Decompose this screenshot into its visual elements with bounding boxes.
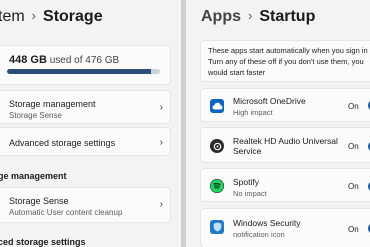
storage-sense-subtitle: Automatic User content cleanup: [9, 208, 123, 217]
storage-management-subtitle: Storage Sense: [9, 111, 62, 120]
storage-management-section-label: ge management: [0, 171, 67, 181]
app-state: On: [348, 182, 359, 191]
breadcrumb-chevron-icon: ›: [31, 8, 37, 23]
app-name: Spotify: [233, 177, 259, 187]
app-name-line2: Service: [233, 146, 262, 156]
intro-line: would start faster: [208, 68, 266, 77]
breadcrumb-system[interactable]: tem: [0, 8, 25, 25]
app-state: On: [348, 225, 359, 234]
spotify-icon: [210, 179, 224, 193]
page-title: Startup: [259, 8, 316, 25]
startup-app-row-windows-security[interactable]: Windows Security notification icon On: [200, 208, 370, 247]
advanced-storage-settings-row[interactable]: Advanced storage settings ›: [0, 127, 171, 156]
breadcrumb-chevron-icon: ›: [248, 8, 253, 23]
app-impact: No impact: [233, 189, 267, 198]
startup-page-title: Apps › Startup: [201, 8, 315, 26]
startup-app-row-realtek[interactable]: Realtek HD Audio Universal Service On: [200, 127, 370, 163]
app-name-line1: Realtek HD Audio Universal: [233, 136, 338, 146]
breadcrumb-apps[interactable]: Apps: [201, 8, 241, 25]
storage-total-label: used of 476 GB: [49, 55, 120, 66]
app-name: Windows Security: [233, 218, 301, 228]
storage-sense-row[interactable]: Storage Sense Automatic User content cle…: [0, 187, 171, 223]
startup-app-row-spotify[interactable]: Spotify No impact On: [200, 168, 370, 202]
storage-usage-card[interactable]: 448 GB used of 476 GB: [0, 45, 171, 85]
storage-sense-title: Storage Sense: [9, 196, 69, 206]
chevron-right-icon: ›: [159, 199, 163, 210]
storage-management-title: Storage management: [9, 99, 96, 109]
app-impact: notification icon: [233, 230, 285, 239]
storage-management-row[interactable]: Storage management Storage Sense ›: [0, 90, 171, 124]
startup-intro-text: These apps start automatically when you …: [208, 45, 368, 78]
chevron-right-icon: ›: [159, 137, 163, 148]
app-state: On: [348, 142, 359, 151]
app-state: On: [348, 102, 359, 111]
storage-used-value: 448 GB: [9, 54, 47, 66]
storage-pane: tem › Storage 448 GB used of 476 GB Storag…: [0, 0, 181, 247]
advanced-storage-settings-title: Advanced storage settings: [9, 138, 116, 148]
app-name: Realtek HD Audio Universal Service: [233, 136, 338, 156]
startup-intro-card: These apps start automatically when you …: [200, 40, 370, 82]
app-name: Microsoft OneDrive: [233, 96, 306, 106]
storage-usage-text: 448 GB used of 476 GB: [9, 54, 119, 66]
app-impact: High impact: [233, 108, 273, 117]
storage-usage-bar-fill: [7, 69, 151, 74]
realtek-audio-icon: [210, 139, 224, 153]
page-title: Storage: [43, 8, 103, 25]
startup-app-row-onedrive[interactable]: Microsoft OneDrive High impact On: [200, 88, 370, 122]
intro-line: Turn any of these off if you don't use t…: [208, 57, 364, 66]
startup-pane: Apps › Startup These apps start automatica…: [186, 0, 370, 247]
advanced-storage-section-label: ced storage settings: [0, 237, 86, 247]
intro-line: These apps start automatically when you …: [208, 46, 368, 55]
chevron-right-icon: ›: [159, 102, 163, 113]
storage-page-title: tem › Storage: [0, 8, 103, 26]
storage-usage-bar: [7, 69, 160, 74]
windows-security-shield-icon: [210, 220, 224, 234]
onedrive-cloud-icon: [210, 99, 224, 113]
